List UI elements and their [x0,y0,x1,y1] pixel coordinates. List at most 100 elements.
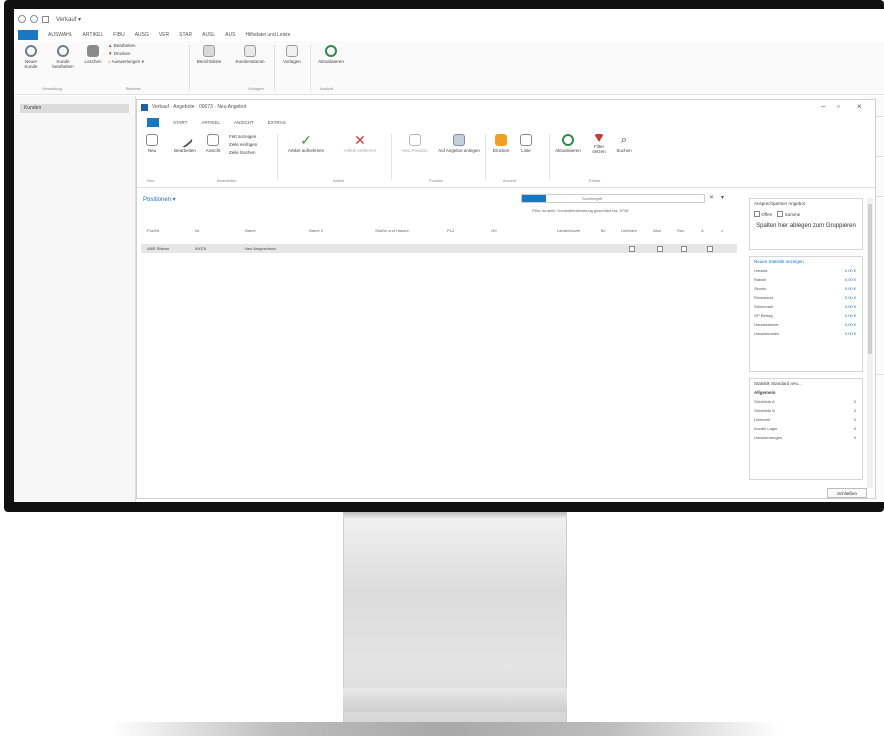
group-label: Extras [589,178,601,183]
search-input[interactable] [582,195,692,202]
statistics-key: Stückliste A [754,399,775,404]
report-icon [203,45,215,57]
row-checkbox[interactable] [657,246,663,252]
column-header[interactable]: Br. [601,228,606,233]
small-action[interactable]: Zeile einfügen [229,142,273,150]
table-row[interactable]: ANR Stämm 00075 Neu Ansprechner [141,244,737,253]
ribbon-separator [391,134,392,180]
refresh-button[interactable]: Aktualisieren [551,134,585,153]
table-icon [244,45,256,57]
statistics-title[interactable]: Statistik Standard neu... [750,379,862,388]
column-header[interactable]: Länderkürzel [557,228,580,233]
new-position-button[interactable]: Neu Position [395,134,435,153]
new-button[interactable]: Neu [143,134,161,153]
small-action[interactable]: ≡ Auswertungen ▾ [108,59,172,67]
edit-button[interactable]: Bearbeiten [171,131,199,153]
column-header[interactable]: Ort [491,228,497,233]
clear-filter-icon[interactable]: ✕ [709,194,714,201]
outer-tab[interactable]: AUSG [135,32,149,38]
menu-icon[interactable] [42,15,49,23]
column-header[interactable]: Straße und Hausnr. [375,228,410,233]
outer-tab[interactable]: AUS [225,32,235,38]
outer-tab[interactable]: FIBU [113,32,124,38]
option-checkbox[interactable] [777,211,784,217]
statistics-row: Anzahl Lager 0 [750,424,862,433]
small-action[interactable]: Zeile löschen [229,150,273,158]
column-header[interactable]: Abw. [653,228,662,233]
file-tab[interactable] [18,30,38,40]
row-checkbox[interactable] [681,246,687,252]
vertical-scrollbar[interactable] [867,198,873,488]
column-header[interactable]: Name [245,228,256,233]
scroll-thumb[interactable] [868,204,872,354]
small-action[interactable]: Fett anzeigen [229,134,273,142]
statistics-value: 0 [853,435,856,440]
small-action[interactable]: ▼ Drucken [108,51,172,59]
small-action[interactable]: ▲ Bearbeiten [108,43,172,51]
group-label: Verwaltung [42,86,62,91]
close-button[interactable]: Schließen [827,488,867,498]
ribbon-separator [310,45,311,91]
column-header[interactable]: Name 2 [309,228,323,233]
back-icon[interactable] [18,15,26,23]
column-header[interactable]: x [721,228,723,233]
maximize-icon[interactable]: ▫ [837,102,840,111]
remove-article-button[interactable]: ✕ Artikel entfernen [335,133,385,153]
customer-master-button[interactable]: Kundenstamm [230,45,270,64]
row-checkbox[interactable] [707,246,713,252]
inner-tab[interactable]: ARTIKEL [201,120,220,125]
column-header[interactable]: Pos/Nr. [147,228,160,233]
outer-tab[interactable]: ARTIKEL [83,32,104,38]
ribbon-label: Aktualisieren [318,59,344,64]
template-icon [286,45,298,57]
arrow-icon: ▲ [108,43,113,48]
ribbon-label: Berichtsliste [196,59,222,64]
outer-tab[interactable]: Hilfsdatei und Leiste [245,32,290,38]
row-checkbox[interactable] [629,246,635,252]
small-action-label: Drucken [113,51,131,56]
inner-title: Verkauf · Angebote · 00073 · Neu Angebot [152,104,247,110]
inner-tab[interactable]: EXTRAS [268,120,286,125]
option-checkbox[interactable] [754,211,760,217]
view-button[interactable]: Ansicht [201,134,225,153]
search-button[interactable]: ⌕ Suchen [613,134,635,153]
app-icon [141,103,148,111]
create-offer-button[interactable]: Auf Angebot anlegen [437,134,481,153]
edit-customer-button[interactable]: Kunde bearbeiten [48,45,78,69]
grid-title[interactable]: Positionen ▾ [143,196,176,203]
outer-tab[interactable]: VER [159,32,169,38]
column-header[interactable]: Nr. [195,228,200,233]
list-button[interactable]: Liste [515,134,537,153]
sidebar-item-customers[interactable]: Kunden [20,104,129,113]
column-header[interactable]: PLZ [447,228,454,233]
inner-tab[interactable]: START [173,120,187,125]
templates-button[interactable]: Vorlagen [278,45,306,64]
filter-button[interactable]: Filter setzen [587,134,611,154]
minimize-icon[interactable]: – [821,102,825,111]
ribbon-label: Kundenstamm [235,59,265,64]
column-header[interactable]: Rec. [677,228,685,233]
file-tab[interactable] [147,117,159,127]
refresh-icon [562,134,574,146]
new-customer-button[interactable]: Neuer Kunde [18,45,44,69]
delete-button[interactable]: Löschen [82,45,104,64]
column-header[interactable]: Lieferant [621,228,637,233]
group-label: Neu [147,178,155,183]
search-scope-button[interactable] [522,195,546,202]
inner-tab[interactable]: ANSICHT [234,120,254,125]
group-label: Ansicht [320,86,334,91]
filter-status: Filter ist aktiv: Kontrollbestimmung ges… [532,208,629,213]
forward-icon[interactable] [30,15,38,23]
outer-tab[interactable]: AUSL [202,32,215,38]
chevron-down-icon[interactable]: ▾ [721,194,724,201]
refresh-button[interactable]: Aktualisieren [314,45,348,64]
outer-tab[interactable]: STAR [179,32,192,38]
outer-tab[interactable]: AUSWAHL [48,32,73,38]
report-list-button[interactable]: Berichtsliste [192,45,226,64]
statistics-key: Stückliste B [754,408,775,413]
close-icon[interactable]: × [857,102,862,111]
view-icon [207,134,219,146]
add-article-button[interactable]: ✓ Artikel aufnehmen [281,133,331,153]
print-button[interactable]: Drucken [489,134,513,153]
column-header[interactable]: A [701,228,704,233]
